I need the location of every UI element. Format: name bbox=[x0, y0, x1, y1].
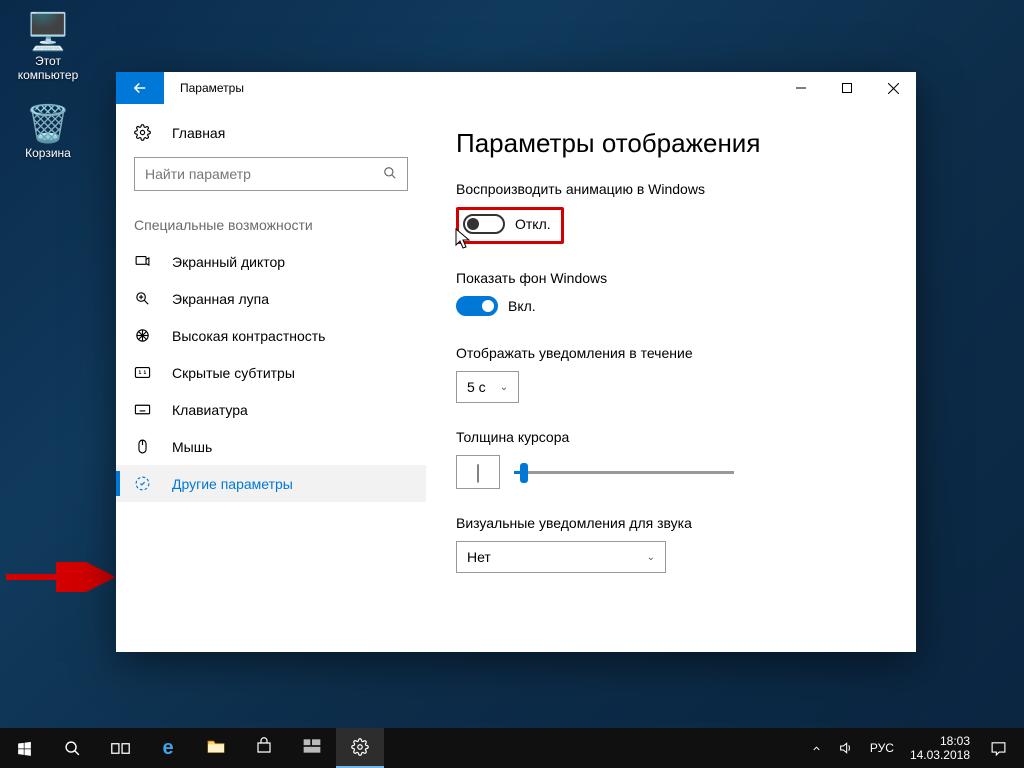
contrast-icon bbox=[134, 327, 158, 344]
sidebar-item-magnifier[interactable]: Экранная лупа bbox=[116, 280, 426, 317]
setting-label-visual-alert: Визуальные уведомления для звука bbox=[456, 515, 886, 531]
action-center-button[interactable] bbox=[978, 740, 1018, 757]
chevron-up-icon bbox=[811, 743, 822, 754]
search-icon bbox=[64, 740, 81, 757]
toggle-animate-windows[interactable]: Откл. bbox=[463, 214, 551, 234]
sidebar-label: Клавиатура bbox=[172, 402, 248, 418]
sidebar-label: Скрытые субтитры bbox=[172, 365, 295, 381]
slider-thumb[interactable] bbox=[520, 463, 528, 483]
select-value: Нет bbox=[467, 549, 491, 565]
sidebar-item-high-contrast[interactable]: Высокая контрастность bbox=[116, 317, 426, 354]
captions-icon bbox=[134, 364, 158, 381]
notification-icon bbox=[990, 740, 1007, 757]
sidebar-item-mouse[interactable]: Мышь bbox=[116, 428, 426, 465]
toggle-track bbox=[456, 296, 498, 316]
taskbar: e РУС 18:03 bbox=[0, 728, 1024, 768]
sidebar-item-other-options[interactable]: Другие параметры bbox=[116, 465, 426, 502]
magnifier-icon bbox=[134, 290, 158, 307]
taskbar-search-button[interactable] bbox=[48, 728, 96, 768]
taskbar-app-edge[interactable]: e bbox=[144, 728, 192, 768]
chevron-down-icon: ⌄ bbox=[633, 552, 655, 563]
system-icon bbox=[302, 737, 322, 760]
window-title: Параметры bbox=[164, 72, 778, 104]
tray-clock[interactable]: 18:03 14.03.2018 bbox=[902, 734, 978, 763]
windows-logo-icon bbox=[16, 740, 33, 757]
page-title: Параметры отображения bbox=[456, 128, 886, 159]
minimize-button[interactable] bbox=[778, 72, 824, 104]
setting-label-wallpaper: Показать фон Windows bbox=[456, 270, 886, 286]
maximize-button[interactable] bbox=[824, 72, 870, 104]
select-visual-alert[interactable]: Нет ⌄ bbox=[456, 541, 666, 573]
search-input[interactable]: Найти параметр bbox=[134, 157, 408, 191]
narrator-icon bbox=[134, 253, 158, 270]
taskbar-app-explorer[interactable] bbox=[192, 728, 240, 768]
close-button[interactable] bbox=[870, 72, 916, 104]
sidebar-label: Другие параметры bbox=[172, 476, 293, 492]
annotation-highlight: Откл. bbox=[456, 207, 564, 244]
tray-volume[interactable] bbox=[830, 728, 862, 768]
sidebar-label: Экранная лупа bbox=[172, 291, 269, 307]
gear-icon bbox=[351, 738, 369, 756]
taskbar-app-settings[interactable] bbox=[336, 728, 384, 768]
annotation-arrow bbox=[4, 562, 114, 592]
close-icon bbox=[888, 83, 899, 94]
minimize-icon bbox=[796, 83, 806, 93]
toggle-state-label: Откл. bbox=[515, 216, 551, 232]
slider-cursor-width[interactable] bbox=[514, 462, 734, 482]
recycle-bin-icon: 🗑️ bbox=[8, 104, 88, 144]
titlebar: Параметры bbox=[116, 72, 916, 104]
clock-date: 14.03.2018 bbox=[910, 748, 970, 762]
cursor-width-preview: | bbox=[456, 455, 500, 489]
select-notification-duration[interactable]: 5 с ⌄ bbox=[456, 371, 519, 403]
back-button[interactable] bbox=[116, 72, 164, 104]
settings-window: Параметры Главная Найти параме bbox=[116, 72, 916, 652]
clock-time: 18:03 bbox=[910, 734, 970, 748]
start-button[interactable] bbox=[0, 728, 48, 768]
sidebar-item-keyboard[interactable]: Клавиатура bbox=[116, 391, 426, 428]
select-value: 5 с bbox=[467, 379, 486, 395]
sidebar: Главная Найти параметр Специальные возмо… bbox=[116, 104, 426, 652]
desktop-icon-label: Корзина bbox=[8, 146, 88, 160]
taskbar-app-store[interactable] bbox=[240, 728, 288, 768]
edge-icon: e bbox=[162, 737, 173, 760]
language-indicator: РУС bbox=[870, 741, 894, 755]
toggle-show-wallpaper[interactable]: Вкл. bbox=[456, 296, 536, 316]
sidebar-home[interactable]: Главная bbox=[116, 114, 426, 151]
maximize-icon bbox=[842, 83, 852, 93]
chevron-down-icon: ⌄ bbox=[486, 382, 508, 393]
other-options-icon bbox=[134, 475, 158, 492]
sidebar-label: Высокая контрастность bbox=[172, 328, 325, 344]
desktop-icon-label: Этот компьютер bbox=[8, 54, 88, 82]
store-icon bbox=[255, 737, 273, 760]
taskbar-app-system[interactable] bbox=[288, 728, 336, 768]
setting-label-cursor-width: Толщина курсора bbox=[456, 429, 886, 445]
volume-icon bbox=[838, 740, 854, 756]
monitor-icon: 🖥️ bbox=[8, 12, 88, 52]
task-view-button[interactable] bbox=[96, 728, 144, 768]
search-placeholder: Найти параметр bbox=[145, 166, 383, 182]
toggle-state-label: Вкл. bbox=[508, 298, 536, 314]
tray-up-icon[interactable] bbox=[803, 728, 830, 768]
content-panel: Параметры отображения Воспроизводить ани… bbox=[426, 104, 916, 652]
tray-language[interactable]: РУС bbox=[862, 728, 902, 768]
arrow-left-icon bbox=[131, 79, 149, 97]
sidebar-item-narrator[interactable]: Экранный диктор bbox=[116, 243, 426, 280]
folder-icon bbox=[206, 738, 226, 759]
sidebar-label: Мышь bbox=[172, 439, 212, 455]
gear-icon bbox=[134, 124, 158, 141]
keyboard-icon bbox=[134, 401, 158, 418]
sidebar-item-captions[interactable]: Скрытые субтитры bbox=[116, 354, 426, 391]
sidebar-label: Экранный диктор bbox=[172, 254, 285, 270]
task-view-icon bbox=[111, 740, 130, 757]
sidebar-label: Главная bbox=[172, 125, 225, 141]
sidebar-section-title: Специальные возможности bbox=[116, 203, 426, 243]
setting-label-animate: Воспроизводить анимацию в Windows bbox=[456, 181, 886, 197]
desktop-icon-this-pc[interactable]: 🖥️ Этот компьютер bbox=[8, 12, 88, 82]
setting-label-notif-duration: Отображать уведомления в течение bbox=[456, 345, 886, 361]
toggle-track bbox=[463, 214, 505, 234]
desktop-icon-recycle-bin[interactable]: 🗑️ Корзина bbox=[8, 104, 88, 160]
mouse-icon bbox=[134, 438, 158, 455]
search-icon bbox=[383, 166, 397, 183]
